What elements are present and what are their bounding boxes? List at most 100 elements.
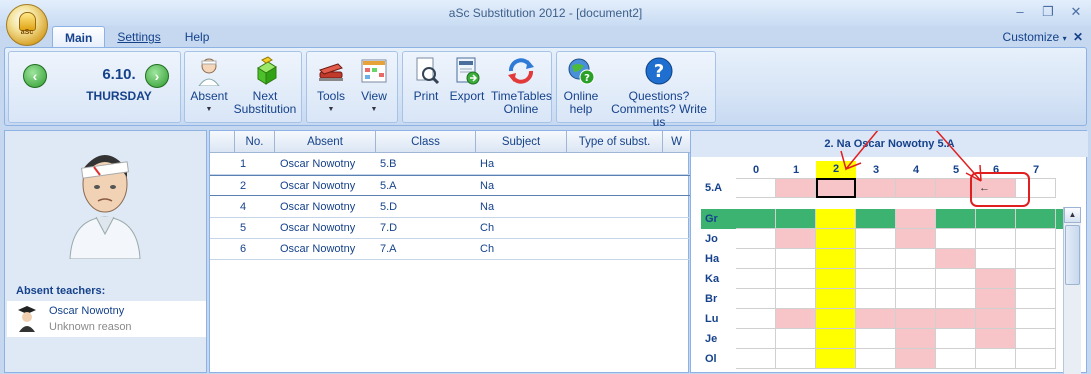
teacher-period-cell[interactable] [776, 289, 816, 309]
teacher-period-cell[interactable] [896, 209, 936, 229]
table-row[interactable]: 4 Oscar Nowotny 5.D Na [210, 197, 690, 218]
teacher-period-cell[interactable] [976, 249, 1016, 269]
close-button[interactable]: ✕ [1069, 4, 1083, 20]
teacher-period-cell[interactable] [856, 229, 896, 249]
teacher-period-cell[interactable] [816, 329, 856, 349]
teacher-period-cell[interactable] [1016, 269, 1056, 289]
teacher-period-cell[interactable] [936, 349, 976, 369]
teacher-period-cell[interactable] [776, 269, 816, 289]
teacher-period-cell[interactable] [896, 249, 936, 269]
teacher-period-cell[interactable] [976, 269, 1016, 289]
export-button[interactable]: Export [447, 56, 487, 103]
teacher-period-cell[interactable] [736, 209, 776, 229]
teacher-period-cell[interactable] [936, 249, 976, 269]
previous-day-button[interactable]: ‹ [23, 64, 47, 88]
column-header-no[interactable]: No. [235, 131, 275, 153]
teacher-period-cell[interactable] [1016, 309, 1056, 329]
class-period-cell[interactable] [936, 178, 976, 198]
tab-main[interactable]: Main [52, 26, 106, 48]
scroll-up-icon[interactable]: ▲ [1064, 207, 1081, 223]
teacher-period-cell[interactable] [856, 249, 896, 269]
teacher-period-cell[interactable] [1016, 229, 1056, 249]
column-header-w[interactable]: W [663, 131, 690, 153]
table-row[interactable]: 6 Oscar Nowotny 7.A Ch [210, 239, 690, 260]
teacher-period-cell[interactable] [816, 349, 856, 369]
teacher-row-label[interactable]: Je [705, 333, 717, 345]
teacher-period-cell[interactable] [936, 289, 976, 309]
teacher-period-cell[interactable] [976, 329, 1016, 349]
column-header-select[interactable] [210, 131, 235, 153]
teacher-period-cell[interactable] [816, 249, 856, 269]
teacher-period-cell[interactable] [736, 349, 776, 369]
teacher-period-cell[interactable] [856, 349, 896, 369]
table-row[interactable]: 1 Oscar Nowotny 5.B Ha [210, 154, 690, 175]
teacher-period-cell[interactable] [736, 229, 776, 249]
teacher-period-cell[interactable] [896, 309, 936, 329]
restore-button[interactable]: ❐ [1041, 4, 1055, 20]
teacher-row-label[interactable]: Gr [705, 213, 718, 225]
teacher-period-cell[interactable] [736, 309, 776, 329]
column-header-subject[interactable]: Subject [476, 131, 567, 153]
questions-button[interactable]: ? Questions? Comments? Write us [605, 56, 713, 129]
teacher-period-cell[interactable] [896, 269, 936, 289]
column-header-type[interactable]: Type of subst. [567, 131, 663, 153]
teacher-period-cell[interactable] [976, 289, 1016, 309]
next-substitution-button[interactable]: Next Substitution [229, 56, 301, 116]
close-ribbon-icon[interactable]: ✕ [1073, 30, 1083, 44]
teacher-period-cell[interactable] [736, 269, 776, 289]
teacher-period-cell[interactable] [1016, 209, 1056, 229]
teacher-period-cell[interactable] [1016, 289, 1056, 309]
app-menu-button[interactable]: aSc [6, 4, 48, 46]
teacher-period-cell[interactable] [856, 329, 896, 349]
teacher-period-cell[interactable] [776, 249, 816, 269]
teacher-period-cell[interactable] [816, 269, 856, 289]
teacher-period-cell[interactable] [776, 309, 816, 329]
teacher-period-cell[interactable] [896, 329, 936, 349]
teacher-row-label[interactable]: Jo [705, 233, 718, 245]
teacher-period-cell[interactable] [936, 329, 976, 349]
class-period-cell[interactable] [736, 178, 776, 198]
teacher-period-cell[interactable] [896, 349, 936, 369]
teacher-period-cell[interactable] [856, 289, 896, 309]
teacher-row-label[interactable]: Ol [705, 353, 717, 365]
vertical-scrollbar[interactable]: ▲ [1063, 207, 1081, 374]
teacher-period-cell[interactable] [936, 209, 976, 229]
teacher-period-cell[interactable] [856, 309, 896, 329]
teacher-period-cell[interactable] [976, 309, 1016, 329]
teacher-period-cell[interactable] [736, 289, 776, 309]
teacher-period-cell[interactable] [736, 249, 776, 269]
customize-menu[interactable]: Customize ▾ ✕ [1003, 30, 1083, 44]
teacher-row-label[interactable]: Ka [705, 273, 719, 285]
teacher-period-cell[interactable] [816, 309, 856, 329]
class-period-cell[interactable] [776, 178, 816, 198]
teacher-period-cell[interactable] [896, 289, 936, 309]
online-help-button[interactable]: ? Online help [559, 56, 603, 116]
timetables-online-button[interactable]: TimeTables Online [491, 56, 552, 116]
teacher-period-cell[interactable] [736, 329, 776, 349]
print-button[interactable]: Print [408, 56, 444, 103]
absent-teacher-item[interactable]: Oscar Nowotny Unknown reason [7, 301, 206, 337]
teacher-period-cell[interactable] [936, 229, 976, 249]
teacher-period-cell[interactable] [1016, 349, 1056, 369]
teacher-period-cell[interactable] [1016, 329, 1056, 349]
teacher-period-cell[interactable] [976, 349, 1016, 369]
teacher-period-cell[interactable] [896, 229, 936, 249]
minimize-button[interactable]: – [1013, 4, 1027, 20]
teacher-row-label[interactable]: Ha [705, 253, 719, 265]
teacher-period-cell[interactable] [1016, 249, 1056, 269]
teacher-period-cell[interactable] [816, 229, 856, 249]
teacher-row-label[interactable]: Br [705, 293, 717, 305]
tab-settings[interactable]: Settings [105, 26, 172, 48]
teacher-period-cell[interactable] [976, 209, 1016, 229]
teacher-period-cell[interactable] [776, 209, 816, 229]
teacher-period-cell[interactable] [776, 349, 816, 369]
class-period-cell[interactable]: ← [976, 178, 1016, 198]
teacher-row-label[interactable]: Lu [705, 313, 718, 325]
class-period-cell[interactable] [856, 178, 896, 198]
teacher-period-cell[interactable] [856, 269, 896, 289]
table-row-selected[interactable]: 2 Oscar Nowotny 5.A Na [210, 175, 690, 196]
tab-help[interactable]: Help [173, 26, 222, 48]
teacher-period-cell[interactable] [816, 289, 856, 309]
teacher-period-cell[interactable] [936, 309, 976, 329]
teacher-period-cell[interactable] [816, 209, 856, 229]
